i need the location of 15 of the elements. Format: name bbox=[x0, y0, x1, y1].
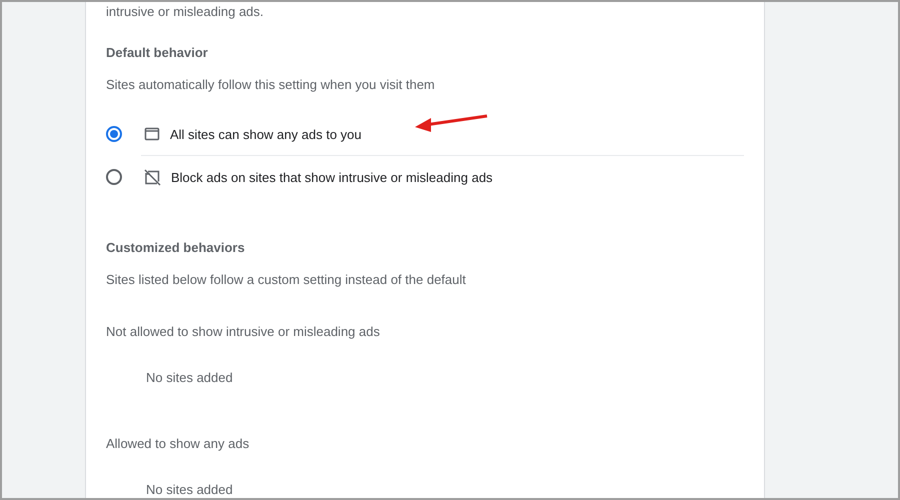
section-heading: Default behavior bbox=[106, 45, 209, 61]
empty-list-text: No sites added bbox=[145, 482, 234, 498]
blocked-window-icon bbox=[144, 168, 161, 186]
radio-button[interactable] bbox=[106, 126, 122, 142]
description-text: Sites automatically follow this setting when you visit them bbox=[106, 77, 436, 93]
list-heading: Allowed to show any ads bbox=[106, 436, 250, 452]
section-heading: Customized behaviors bbox=[106, 240, 246, 256]
option-label: All sites can show any ads to you bbox=[170, 126, 362, 142]
window-icon bbox=[144, 126, 160, 142]
list-heading: Not allowed to show intrusive or misleading ads bbox=[106, 324, 381, 340]
description-text: intrusive or misleading ads. bbox=[106, 4, 265, 20]
option-label: Block ads on sites that show intrusive or misleading ads bbox=[171, 170, 493, 184]
radio-button[interactable] bbox=[106, 169, 122, 185]
empty-list-text: No sites added bbox=[145, 370, 234, 386]
description-text: Sites listed below follow a custom setting instead of the default bbox=[106, 272, 467, 288]
